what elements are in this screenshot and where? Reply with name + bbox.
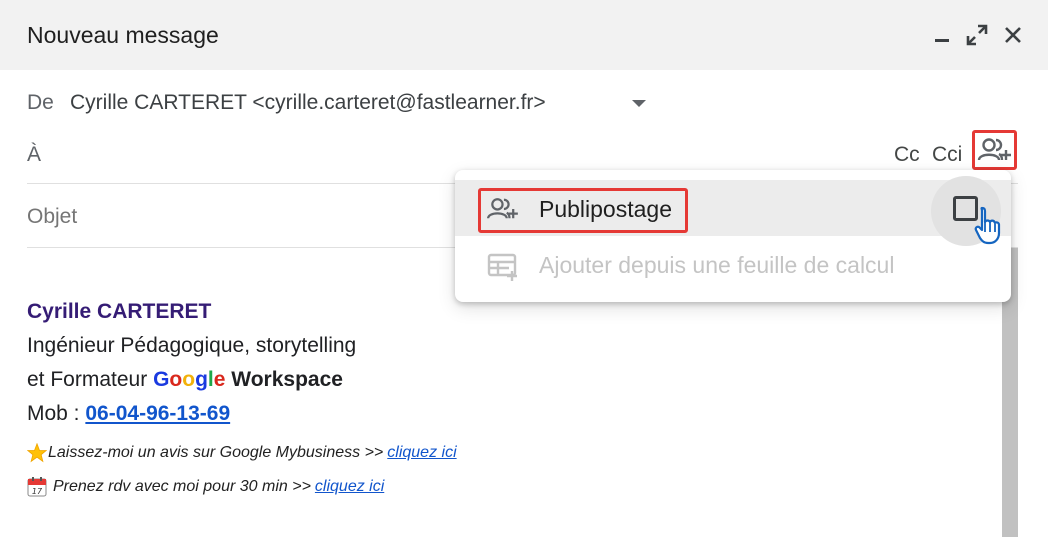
- from-address[interactable]: Cyrille CARTERET <cyrille.carteret@fastl…: [70, 91, 546, 115]
- cc-button[interactable]: Cc: [894, 143, 920, 167]
- appointment-text: Prenez rdv avec moi pour 30 min >>: [53, 478, 311, 495]
- review-line: Laissez-moi un avis sur Google Mybusines…: [27, 436, 987, 470]
- appointment-link[interactable]: cliquez ici: [315, 478, 384, 496]
- spreadsheet-add-icon: [487, 253, 517, 281]
- minimize-button[interactable]: [927, 18, 957, 52]
- mobile-label: Mob :: [27, 402, 80, 425]
- add-from-sheet-label: Ajouter depuis une feuille de calcul: [539, 252, 895, 278]
- review-link[interactable]: cliquez ici: [387, 444, 456, 462]
- recipient-options-button[interactable]: [972, 130, 1017, 170]
- chevron-down-icon[interactable]: [632, 100, 646, 108]
- recipient-options-menu: Publipostage Ajouter depuis une feuille …: [455, 170, 1011, 302]
- signature-trainer-line: et Formateur Google Workspace: [27, 368, 987, 402]
- subject-input[interactable]: [27, 205, 527, 229]
- bcc-button[interactable]: Cci: [932, 143, 962, 167]
- signature-mobile-line: Mob : 06-04-96-13-69: [27, 402, 987, 436]
- fullscreen-button[interactable]: [962, 18, 992, 52]
- add-people-icon: [977, 138, 1011, 161]
- compose-header: Nouveau message: [0, 0, 1048, 70]
- minimize-icon: [935, 39, 949, 42]
- svg-text:17: 17: [32, 487, 43, 496]
- calendar-icon: 17: [27, 477, 47, 497]
- trainer-prefix: et Formateur: [27, 368, 148, 391]
- google-wordmark: Google: [153, 368, 226, 391]
- signature-name: Cyrille CARTERET: [27, 300, 212, 323]
- add-people-icon: [487, 198, 518, 219]
- signature-role: Ingénieur Pédagogique, storytelling: [27, 334, 357, 357]
- expand-icon: [966, 24, 988, 46]
- review-text: Laissez-moi un avis sur Google Mybusines…: [48, 444, 384, 461]
- mail-merge-label: Publipostage: [539, 196, 672, 222]
- menu-item-add-from-sheet: Ajouter depuis une feuille de calcul: [455, 238, 1011, 294]
- message-body[interactable]: Cyrille CARTERET Ingénieur Pédagogique, …: [27, 300, 987, 504]
- workspace-label: Workspace: [231, 368, 343, 391]
- phone-link[interactable]: 06-04-96-13-69: [85, 402, 230, 425]
- from-label: De: [27, 91, 54, 114]
- from-row: De Cyrille CARTERET <cyrille.carteret@fa…: [0, 84, 1048, 122]
- appointment-line: 17 Prenez rdv avec moi pour 30 min >> cl…: [27, 470, 987, 504]
- compose-title: Nouveau message: [27, 22, 219, 48]
- close-icon: [1005, 27, 1021, 43]
- to-label: À: [27, 143, 42, 166]
- close-button[interactable]: [998, 18, 1028, 52]
- star-icon: [27, 443, 47, 463]
- menu-item-mail-merge[interactable]: Publipostage: [455, 176, 1011, 246]
